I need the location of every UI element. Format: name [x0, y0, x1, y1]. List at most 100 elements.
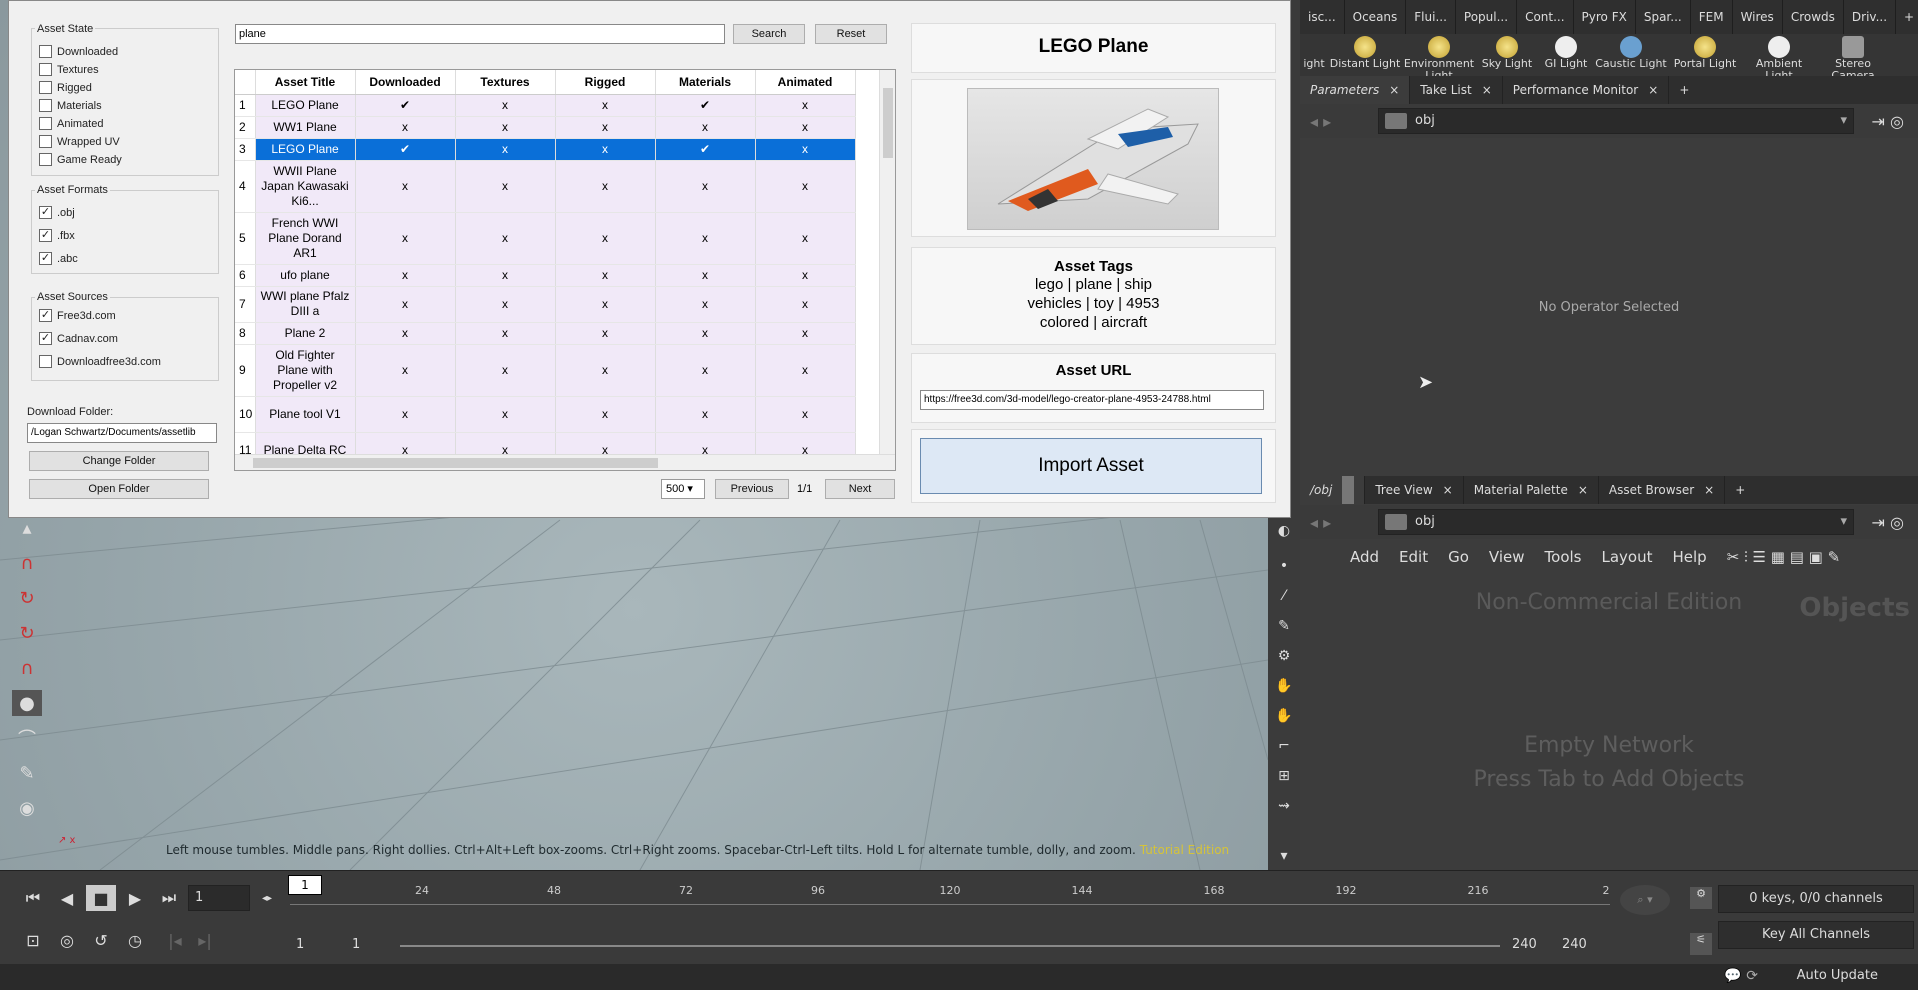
rotate-tool-icon[interactable]: ↻ — [12, 620, 42, 646]
auto-update-menu[interactable]: Auto Update — [1797, 968, 1878, 983]
key-all-channels[interactable]: Key All Channels — [1718, 921, 1914, 949]
tab-parameters[interactable]: Parameters × — [1300, 76, 1411, 104]
view-tool-icon[interactable]: ● — [12, 690, 42, 716]
pin-icon[interactable]: ⇥ ◎ — [1872, 112, 1904, 131]
asset-title-cell[interactable]: Plane 2 — [255, 322, 356, 345]
filter-game-ready[interactable]: Game Ready — [39, 153, 122, 166]
search-button[interactable]: Search — [733, 24, 805, 44]
pin-icon[interactable]: ⇥ ◎ — [1872, 513, 1904, 532]
asset-title-cell[interactable]: French WWI Plane Dorand AR1 — [255, 212, 356, 265]
column-header[interactable]: Downloaded — [355, 70, 456, 95]
table-row[interactable]: 3 LEGO Plane ✔ x x ✔ x — [235, 138, 856, 161]
shelf-tool-distant-light[interactable]: Distant Light — [1328, 34, 1402, 78]
asset-title-cell[interactable]: ufo plane — [255, 264, 356, 287]
global-anim-icon[interactable]: ⊡ — [18, 927, 48, 953]
range-start-field[interactable]: 1 — [290, 933, 304, 957]
loop-icon[interactable]: ↺ — [86, 927, 116, 953]
column-header[interactable]: Animated — [755, 70, 856, 95]
asset-title-cell[interactable]: LEGO Plane — [255, 94, 356, 117]
scroll-thumb[interactable] — [253, 458, 658, 468]
tab-material-palette[interactable]: Material Palette × — [1464, 476, 1599, 504]
ortho-icon[interactable]: ⇝ — [1273, 795, 1295, 817]
handle-tool-icon[interactable]: ✎ — [12, 760, 42, 786]
step-icon[interactable]: ◂▸ — [252, 885, 282, 911]
close-icon[interactable]: × — [1482, 76, 1492, 104]
table-row[interactable]: 6 ufo plane x x x x x — [235, 264, 856, 287]
table-row[interactable]: 2 WW1 Plane x x x x x — [235, 116, 856, 139]
table-row[interactable]: 8 Plane 2xxxxx — [235, 322, 856, 345]
tab-performance-monitor[interactable]: Performance Monitor × — [1503, 76, 1670, 104]
filter-downloaded[interactable]: Downloaded — [39, 45, 118, 58]
close-icon[interactable]: × — [1704, 476, 1714, 504]
param-path-field[interactable]: obj ▾ — [1378, 108, 1854, 134]
source-cadnav[interactable]: ✓ Cadnav.com — [39, 332, 118, 345]
magnet-tool-icon[interactable]: ∩ — [12, 550, 42, 576]
shelf-tool-caustic-light[interactable]: Caustic Light — [1594, 34, 1668, 78]
scale-tool-icon[interactable]: ∩ — [12, 655, 42, 681]
scroll-thumb[interactable] — [883, 88, 893, 158]
hand-snap-icon[interactable]: ✋ — [1273, 705, 1295, 727]
add-tab-icon[interactable]: + — [1669, 76, 1699, 104]
shelf-tab[interactable]: Wires — [1733, 0, 1783, 34]
chat-icon[interactable]: 💬 ⟳ — [1724, 968, 1758, 984]
key-icon[interactable]: ⚟ — [1690, 933, 1712, 955]
checkbox[interactable] — [39, 99, 52, 112]
display-options-icon[interactable]: ◐ — [1273, 520, 1295, 542]
realtime-icon[interactable]: ⚙ — [1690, 887, 1712, 909]
source-downloadfree3d[interactable]: Downloadfree3d.com — [39, 355, 161, 368]
checkbox-checked[interactable]: ✓ — [39, 309, 52, 322]
chevron-down-icon[interactable]: ▾ — [1840, 510, 1847, 534]
tab-take-list[interactable]: Take List × — [1410, 76, 1503, 104]
menu-help[interactable]: Help — [1662, 548, 1716, 566]
search-input[interactable]: plane — [235, 24, 725, 44]
checkbox[interactable] — [39, 135, 52, 148]
checkbox[interactable] — [39, 355, 52, 368]
tab-obj[interactable]: /obj — [1300, 476, 1366, 504]
import-asset-button[interactable]: Import Asset — [920, 438, 1262, 494]
current-frame-field[interactable]: 1 — [188, 885, 250, 911]
play-back-icon[interactable]: ◀ — [52, 885, 82, 911]
render-region-icon[interactable]: ◉ — [12, 795, 42, 821]
timeline-ruler[interactable]: 24 48 72 96 120 144 168 192 216 2 — [290, 876, 1610, 916]
prev-key-icon[interactable]: |◂ — [160, 927, 190, 953]
tab-tree-view[interactable]: Tree View × — [1365, 476, 1464, 504]
checkbox-checked[interactable]: ✓ — [39, 252, 52, 265]
shelf-tab[interactable]: Popul... — [1456, 0, 1518, 34]
format-obj[interactable]: ✓ .obj — [39, 206, 75, 219]
shelf-tool-ambient-light[interactable]: Ambient Light — [1742, 34, 1816, 82]
back-forward-icon[interactable]: ◂ ▸ — [1310, 112, 1331, 131]
asset-title-cell[interactable]: WWI plane Pfalz DIII a — [255, 286, 356, 323]
add-tab-icon[interactable]: + — [1725, 476, 1755, 504]
shelf-tab[interactable]: FEM — [1691, 0, 1733, 34]
table-row[interactable]: 9 Old Fighter Plane with Propeller v2 x x x x… — [235, 344, 856, 397]
checkbox[interactable] — [39, 81, 52, 94]
menu-edit[interactable]: Edit — [1389, 548, 1438, 566]
scroll-down-icon[interactable]: ▾ — [1273, 845, 1295, 867]
add-shelf-icon[interactable]: + — [1896, 0, 1918, 34]
asset-title-cell[interactable]: Plane tool V1 — [255, 396, 356, 433]
stop-icon[interactable]: ■ — [86, 885, 116, 911]
filter-textures[interactable]: Textures — [39, 63, 99, 76]
range-end-field[interactable]: 240 — [1506, 933, 1537, 957]
open-folder-button[interactable]: Open Folder — [29, 479, 209, 499]
reset-button[interactable]: Reset — [815, 24, 887, 44]
column-header[interactable]: Materials — [655, 70, 756, 95]
close-icon[interactable]: × — [1578, 476, 1588, 504]
asset-title-cell[interactable]: WW1 Plane — [255, 116, 356, 139]
point-icon[interactable]: • — [1273, 555, 1295, 577]
network-path-field[interactable]: obj ▾ — [1378, 509, 1854, 535]
checkbox-checked[interactable]: ✓ — [39, 229, 52, 242]
previous-button[interactable]: Previous — [715, 479, 789, 499]
keys-info[interactable]: 0 keys, 0/0 channels — [1718, 885, 1914, 913]
checkbox[interactable] — [39, 153, 52, 166]
horizontal-scrollbar[interactable] — [235, 454, 895, 470]
select-tool-icon[interactable]: ▴ — [12, 515, 42, 541]
checkbox[interactable] — [39, 63, 52, 76]
grid-icon[interactable]: ⊞ — [1273, 765, 1295, 787]
checkbox[interactable] — [39, 45, 52, 58]
asset-title-cell[interactable]: Old Fighter Plane with Propeller v2 — [255, 344, 356, 397]
pen-icon[interactable]: ✎ — [1273, 615, 1295, 637]
tab-asset-browser[interactable]: Asset Browser × — [1599, 476, 1726, 504]
checkbox-checked[interactable]: ✓ — [39, 206, 52, 219]
filter-animated[interactable]: Animated — [39, 117, 103, 130]
